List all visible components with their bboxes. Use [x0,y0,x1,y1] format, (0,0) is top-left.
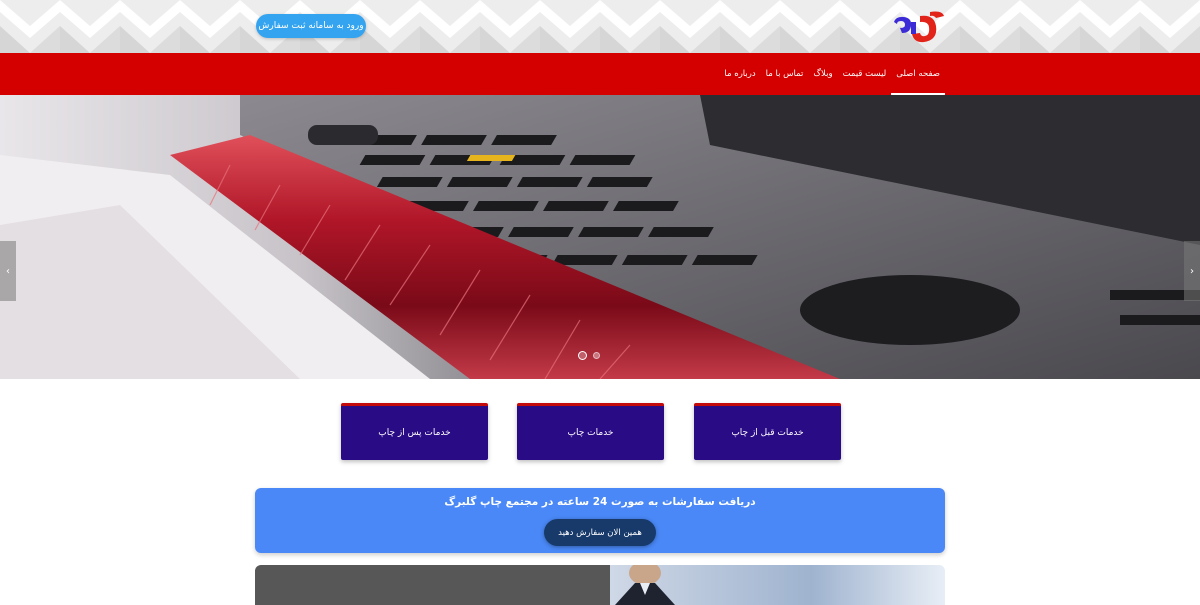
slider-pagination [578,351,600,360]
nav-item-contact[interactable]: تماس با ما [761,53,809,95]
slider-prev-button[interactable]: ‹ [0,241,16,301]
main-navbar: صفحه اصلی لیست قیمت وبلاگ تماس با ما درب… [0,53,1200,95]
hero-slider: ‹ › [0,95,1200,379]
nav-item-blog[interactable]: وبلاگ [808,53,837,95]
order-now-button[interactable]: همین الان سفارش دهید [544,519,656,546]
post-print-services-button[interactable]: خدمات پس از چاپ [341,403,488,460]
businessman-photo [615,565,675,605]
nav-item-home[interactable]: صفحه اصلی [891,53,945,95]
golbarg-logo[interactable] [890,6,948,46]
slider-dot-1[interactable] [578,351,587,360]
bottom-feature-panel [255,565,945,605]
nav-item-about[interactable]: درباره ما [719,53,760,95]
order-cta-box: دریافت سفارشات به صورت 24 ساعته در مجتمع… [255,488,945,553]
nav-menu: صفحه اصلی لیست قیمت وبلاگ تماس با ما درب… [719,53,945,95]
bottom-panel-photo [610,565,945,605]
nav-item-price-list[interactable]: لیست قیمت [838,53,892,95]
print-services-button[interactable]: خدمات چاپ [517,403,664,460]
header-background-pattern [0,0,1200,53]
printing-press-image [0,95,1200,379]
slider-next-button[interactable]: › [1184,241,1200,301]
cta-text: دریافت سفارشات به صورت 24 ساعته در مجتمع… [444,496,756,508]
pre-print-services-button[interactable]: خدمات قبل از چاپ [694,403,841,460]
order-system-login-button[interactable]: ورود به سامانه ثبت سفارش [256,14,366,38]
slider-dot-2[interactable] [593,352,600,359]
bottom-panel-dark-area [255,565,610,605]
header: ورود به سامانه ثبت سفارش [0,0,1200,53]
